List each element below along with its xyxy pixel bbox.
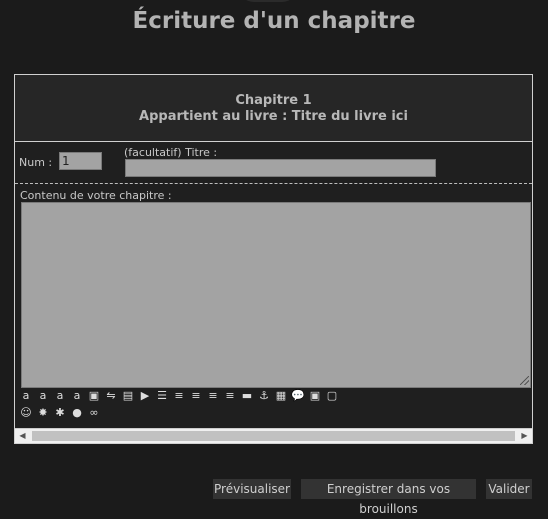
divider xyxy=(15,183,532,184)
table-icon[interactable]: ▦ xyxy=(274,389,288,403)
align-justify-icon[interactable]: ≡ xyxy=(223,389,237,403)
list-icon[interactable]: ☰ xyxy=(155,389,169,403)
align-right-icon[interactable]: ≡ xyxy=(206,389,220,403)
runner-icon[interactable]: ✱ xyxy=(53,406,67,420)
color-icon[interactable]: ▣ xyxy=(87,389,101,403)
submit-button[interactable]: Valider xyxy=(486,479,532,499)
anchor-icon[interactable]: ⚓ xyxy=(257,389,271,403)
paragraph-icon[interactable]: ▬ xyxy=(240,389,254,403)
horizontal-scrollbar[interactable]: ◀ ▶ xyxy=(15,428,532,443)
toolbar-row-2: ☺ ✸ ✱ ● ∞ xyxy=(19,406,102,420)
chapter-form-panel: Chapitre 1 Appartient au livre : Titre d… xyxy=(14,74,533,444)
link-icon[interactable]: ∞ xyxy=(87,406,101,420)
bold-icon[interactable]: a xyxy=(19,389,33,403)
top-decoration xyxy=(238,0,298,2)
image-icon[interactable]: ▤ xyxy=(121,389,135,403)
scroll-left-icon[interactable]: ◀ xyxy=(15,429,30,443)
quote-icon[interactable]: 💬 xyxy=(291,389,305,403)
chapter-heading: Chapitre 1 xyxy=(235,93,312,108)
num-field[interactable] xyxy=(59,152,102,170)
scroll-right-icon[interactable]: ▶ xyxy=(517,429,532,443)
book-heading: Appartient au livre : Titre du livre ici xyxy=(139,109,408,124)
textarea-resize-handle[interactable] xyxy=(520,376,529,385)
panel-header: Chapitre 1 Appartient au livre : Titre d… xyxy=(15,75,532,142)
page-title: Écriture d'un chapitre xyxy=(132,8,416,34)
explosion-icon[interactable]: ✸ xyxy=(36,406,50,420)
preview-button[interactable]: Prévisualiser xyxy=(213,479,291,499)
num-label: Num : xyxy=(19,156,53,169)
title-label: (facultatif) Titre : xyxy=(124,146,218,159)
play-icon[interactable]: ▶ xyxy=(138,389,152,403)
content-label: Contenu de votre chapitre : xyxy=(20,189,172,202)
smileys-icon[interactable]: ☺ xyxy=(19,406,33,420)
strikethrough-icon[interactable]: a xyxy=(70,389,84,403)
italic-icon[interactable]: a xyxy=(36,389,50,403)
title-field[interactable] xyxy=(125,159,436,177)
speech-bubble-icon[interactable]: ● xyxy=(70,406,84,420)
content-textarea[interactable] xyxy=(21,202,531,388)
align-left-icon[interactable]: ≡ xyxy=(172,389,186,403)
save-draft-button[interactable]: Enregistrer dans vos brouillons xyxy=(301,479,476,516)
toolbar-row-1: a a a a ▣ ⇋ ▤ ▶ ☰ ≡ ≡ ≡ ≡ ▬ ⚓ ▦ 💬 ▣ ▢ xyxy=(19,389,340,403)
code-icon[interactable]: ▣ xyxy=(308,389,322,403)
scrollbar-thumb[interactable] xyxy=(32,431,515,441)
align-center-icon[interactable]: ≡ xyxy=(189,389,203,403)
spoiler-icon[interactable]: ▢ xyxy=(325,389,339,403)
underline-icon[interactable]: a xyxy=(53,389,67,403)
highlight-icon[interactable]: ⇋ xyxy=(104,389,118,403)
